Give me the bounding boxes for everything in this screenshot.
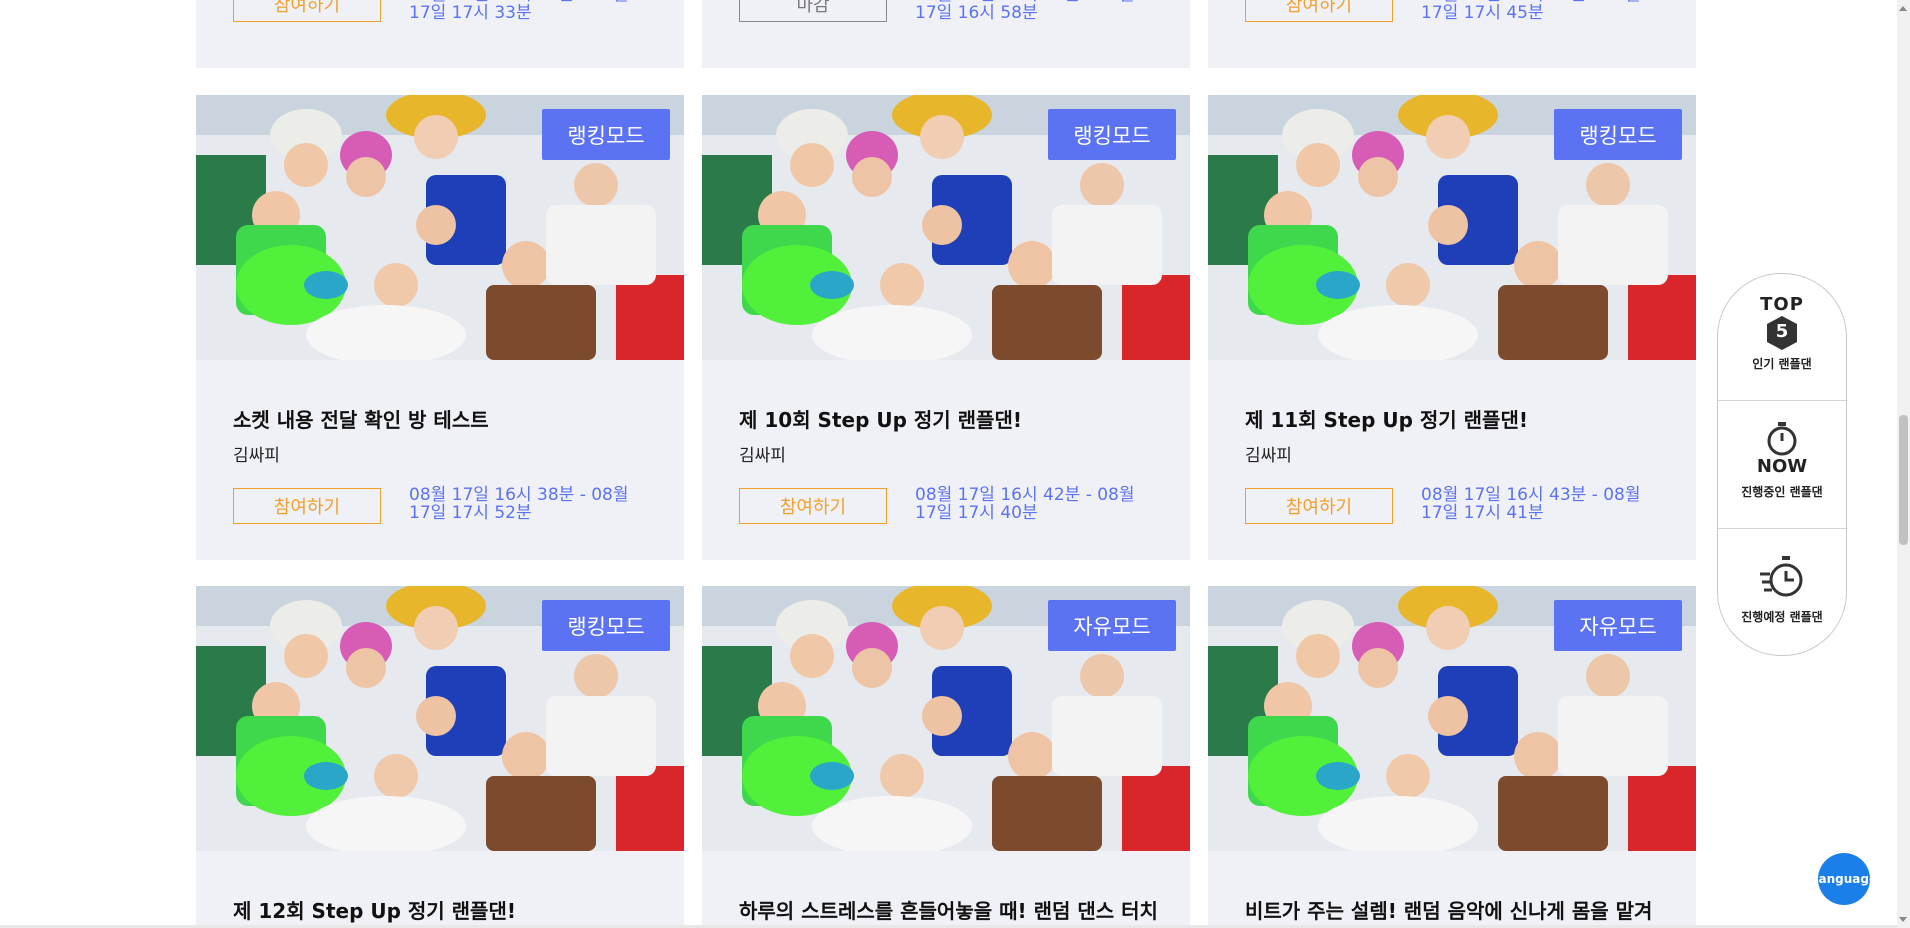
event-host: 김싸피 [233, 446, 280, 466]
top5-number-icon: 5 [1764, 315, 1800, 351]
join-button[interactable]: 참여하기 [1245, 0, 1393, 22]
top5-number: 5 [1775, 321, 1789, 342]
mode-badge: 랭킹모드 [542, 600, 670, 651]
event-card: 참여하기 08월 17일 16시 28분 - 08월 17일 17시 45분 [1208, 0, 1696, 68]
event-card: 참여하기 08월 17일 16시 16분 - 08월 17일 17시 33분 [196, 0, 684, 68]
join-button[interactable]: 참여하기 [739, 488, 887, 524]
event-title: 제 11회 Step Up 정기 랜플댄! [1245, 408, 1528, 432]
join-button[interactable]: 참여하기 [1245, 488, 1393, 524]
join-button[interactable]: 참여하기 [233, 0, 381, 22]
top5-label: 인기 랜플댄 [1752, 357, 1812, 371]
now-nav[interactable]: NOW 진행중인 랜플댄 [1718, 422, 1846, 500]
timer-icon [1758, 556, 1806, 600]
stopwatch-icon [1764, 422, 1800, 456]
divider [1718, 400, 1846, 401]
mode-badge: 랭킹모드 [542, 109, 670, 160]
event-host: 김싸피 [739, 446, 786, 466]
event-period: 08월 17일 16시 38분 - 08월 17일 17시 52분 [409, 485, 629, 523]
mode-badge: 랭킹모드 [1554, 109, 1682, 160]
event-period: 08월 17일 16시 28분 - 08월 17일 17시 45분 [1421, 0, 1641, 23]
scroll-down-arrow-icon[interactable] [1899, 917, 1907, 922]
scrollbar-thumb[interactable] [1899, 415, 1908, 545]
now-label: 진행중인 랜플댄 [1741, 485, 1823, 499]
event-period: 08월 17일 16시 42분 - 08월 17일 17시 40분 [915, 485, 1135, 523]
event-card[interactable]: 랭킹모드 제 10회 Step Up 정기 랜플댄! 김싸피 참여하기 08월 … [702, 95, 1190, 560]
event-title: 소켓 내용 전달 확인 방 테스트 [233, 408, 489, 432]
event-period: 08월 17일 16시 16분 - 08월 17일 17시 33분 [409, 0, 629, 23]
closed-button[interactable]: 마감 [739, 0, 887, 22]
language-button[interactable]: Language [1818, 853, 1870, 905]
now-heading: NOW [1756, 456, 1808, 477]
event-card[interactable]: 자유모드 비트가 주는 설렘! 랜덤 음악에 신나게 몸을 맡겨 [1208, 586, 1696, 928]
divider [1718, 528, 1846, 529]
top5-heading: TOP [1760, 294, 1804, 315]
event-title: 제 12회 Step Up 정기 랜플댄! [233, 899, 516, 923]
event-card[interactable]: 랭킹모드 제 12회 Step Up 정기 랜플댄! [196, 586, 684, 928]
event-title: 하루의 스트레스를 흔들어놓을 때! 랜덤 댄스 터치 [739, 899, 1158, 923]
event-title: 제 10회 Step Up 정기 랜플댄! [739, 408, 1022, 432]
event-card[interactable]: 자유모드 하루의 스트레스를 흔들어놓을 때! 랜덤 댄스 터치 [702, 586, 1190, 928]
event-period: 08월 17일 16시 26분 - 08월 17일 16시 58분 [915, 0, 1135, 23]
event-card[interactable]: 랭킹모드 제 11회 Step Up 정기 랜플댄! 김싸피 참여하기 08월 … [1208, 95, 1696, 560]
join-button[interactable]: 참여하기 [233, 488, 381, 524]
quick-nav-panel: TOP 5 인기 랜플댄 NOW 진행중인 랜플댄 진행예정 랜플댄 [1717, 273, 1847, 656]
event-card: 마감 08월 17일 16시 26분 - 08월 17일 16시 58분 [702, 0, 1190, 68]
upcoming-label: 진행예정 랜플댄 [1741, 610, 1823, 624]
mode-badge: 자유모드 [1554, 600, 1682, 651]
top5-nav[interactable]: TOP 5 인기 랜플댄 [1718, 294, 1846, 372]
event-period: 08월 17일 16시 43분 - 08월 17일 17시 41분 [1421, 485, 1641, 523]
event-card[interactable]: 랭킹모드 소켓 내용 전달 확인 방 테스트 김싸피 참여하기 08월 17일 … [196, 95, 684, 560]
mode-badge: 랭킹모드 [1048, 109, 1176, 160]
event-host: 김싸피 [1245, 446, 1292, 466]
mode-badge: 자유모드 [1048, 600, 1176, 651]
scroll-up-arrow-icon[interactable] [1899, 6, 1907, 11]
upcoming-nav[interactable]: 진행예정 랜플댄 [1718, 556, 1846, 625]
event-title: 비트가 주는 설렘! 랜덤 음악에 신나게 몸을 맡겨 [1245, 899, 1653, 923]
